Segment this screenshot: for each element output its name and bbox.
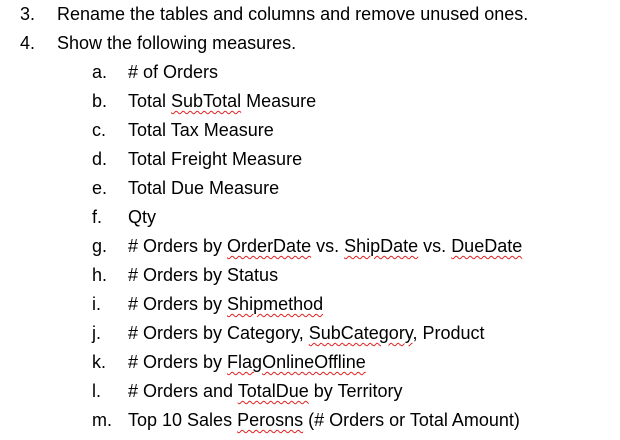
sub-list-letter: f. bbox=[92, 207, 103, 227]
spellcheck-flagged-word: OrderDate bbox=[227, 236, 312, 256]
sub-list-letter: j. bbox=[92, 323, 101, 343]
text-run: by Territory bbox=[308, 381, 403, 401]
spellcheck-flagged-word: Perosns bbox=[237, 410, 304, 430]
text-run: # Orders by Status bbox=[128, 265, 279, 285]
sub-list-text: Qty bbox=[128, 203, 156, 231]
sub-list-text: # Orders by FlagOnlineOffline bbox=[128, 348, 366, 376]
sub-list-text: Total SubTotal Measure bbox=[128, 87, 316, 115]
list-text: Rename the tables and columns and remove… bbox=[57, 4, 529, 24]
sub-list-letter: l. bbox=[92, 381, 101, 401]
list-text: Show the following measures. bbox=[57, 33, 297, 53]
sub-list-letter: i. bbox=[92, 294, 101, 314]
sub-list-letter: g. bbox=[92, 236, 108, 256]
text-run: # of Orders bbox=[128, 62, 219, 82]
text-run: # Orders by Category, bbox=[128, 323, 309, 343]
sub-list-letter: d. bbox=[92, 149, 108, 169]
spellcheck-flagged-word: ShipDate bbox=[344, 236, 419, 256]
sub-list-text: # of Orders bbox=[128, 58, 218, 86]
spellcheck-flagged-word: SubCategory bbox=[308, 323, 413, 343]
text-run: Top 10 Sales bbox=[128, 410, 238, 430]
spellcheck-flagged-word: Shipmethod bbox=[227, 294, 324, 314]
text-run: Qty bbox=[128, 207, 157, 227]
sub-list-text: # Orders and TotalDue by Territory bbox=[128, 377, 402, 405]
spellcheck-flagged-word: DueDate bbox=[451, 236, 523, 256]
sub-list-text: Total Freight Measure bbox=[128, 145, 302, 173]
text-run: Total Freight Measure bbox=[128, 149, 303, 169]
sub-list-letter: a. bbox=[92, 62, 108, 82]
text-run: # Orders by bbox=[128, 352, 228, 372]
text-run: , Product bbox=[412, 323, 485, 343]
text-run: vs. bbox=[418, 236, 452, 256]
text-run: vs. bbox=[311, 236, 345, 256]
spellcheck-flagged-word: FlagOnlineOffline bbox=[227, 352, 366, 372]
sub-list-letter: c. bbox=[92, 120, 107, 140]
text-run: Total Due Measure bbox=[128, 178, 280, 198]
sub-list-text: Total Due Measure bbox=[128, 174, 279, 202]
text-run: Measure bbox=[241, 91, 317, 111]
text-run: # Orders by bbox=[128, 294, 228, 314]
sub-list-letter: k. bbox=[92, 352, 107, 372]
sub-list-letter: e. bbox=[92, 178, 108, 198]
sub-list-letter: m. bbox=[92, 410, 112, 430]
sub-list-text: Top 10 Sales Perosns (# Orders or Total … bbox=[128, 406, 520, 434]
document-page: 3. Rename the tables and columns and rem… bbox=[0, 0, 620, 440]
list-number: 4. bbox=[20, 33, 36, 53]
sub-list-text: Total Tax Measure bbox=[128, 116, 274, 144]
sub-list-text: # Orders by Shipmethod bbox=[128, 290, 323, 318]
spellcheck-flagged-word: SubTotal bbox=[171, 91, 242, 111]
text-run: # Orders and bbox=[128, 381, 238, 401]
text-run: (# Orders or Total Amount) bbox=[303, 410, 520, 430]
sub-list-letter: b. bbox=[92, 91, 108, 111]
text-run: # Orders by bbox=[128, 236, 228, 256]
list-number: 3. bbox=[20, 4, 36, 24]
text-run: Total bbox=[128, 91, 172, 111]
sub-list-text: # Orders by Category, SubCategory, Produ… bbox=[128, 319, 485, 347]
spellcheck-flagged-word: TotalDue bbox=[237, 381, 309, 401]
sub-list-letter: h. bbox=[92, 265, 108, 285]
sub-list-text: # Orders by OrderDate vs. ShipDate vs. D… bbox=[128, 232, 522, 260]
sub-list-text: # Orders by Status bbox=[128, 261, 278, 289]
text-run: Total Tax Measure bbox=[128, 120, 274, 140]
